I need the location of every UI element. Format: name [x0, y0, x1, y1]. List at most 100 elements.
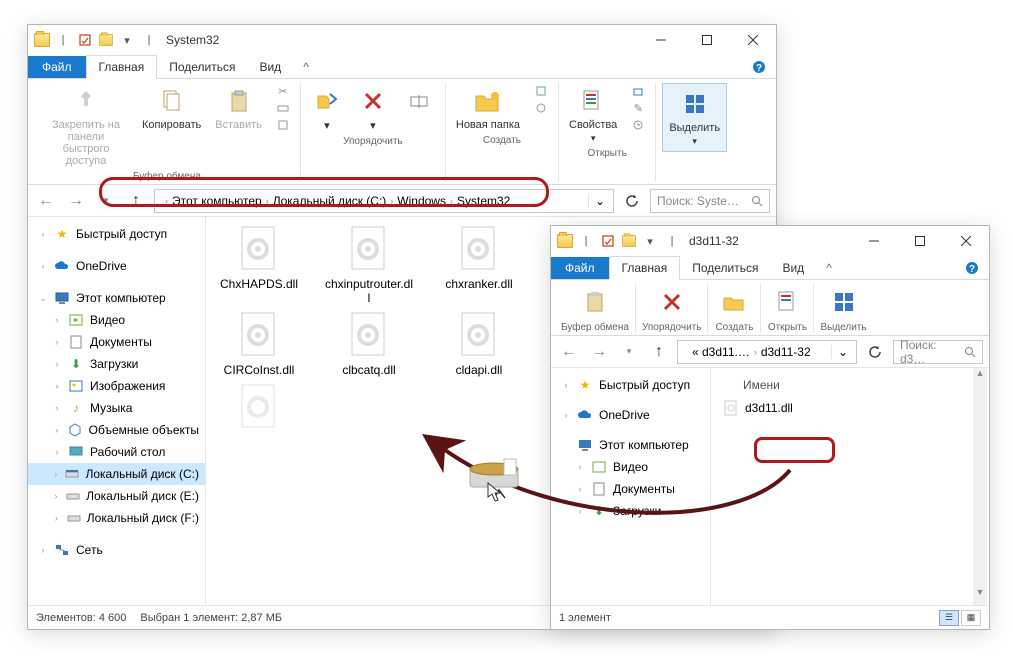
nav-item-drive-f[interactable]: ›Локальный диск (F:): [28, 507, 205, 529]
nav-item-this-pc[interactable]: ⌄Этот компьютер: [28, 287, 205, 309]
tab-file[interactable]: Файл: [28, 56, 86, 78]
delete-button[interactable]: [652, 284, 692, 320]
titlebar[interactable]: | ▾ | System32: [28, 25, 776, 55]
nav-item-documents[interactable]: ›Документы: [28, 331, 205, 353]
rename-button[interactable]: [399, 83, 439, 119]
nav-item-onedrive[interactable]: ›OneDrive: [28, 255, 205, 277]
copy-button[interactable]: Копировать: [138, 83, 205, 133]
tab-file[interactable]: Файл: [551, 257, 609, 279]
file-item[interactable]: chxinputrouter.dll: [324, 225, 414, 305]
qat-properties-icon[interactable]: [599, 232, 617, 250]
nav-item-documents[interactable]: ›Документы: [551, 478, 710, 500]
breadcrumb-dropdown-icon[interactable]: ⌄: [588, 194, 611, 208]
nav-item-quick-access[interactable]: ›★Быстрый доступ: [551, 374, 710, 396]
nav-item-desktop[interactable]: ›Рабочий стол: [28, 441, 205, 463]
file-item[interactable]: [214, 383, 304, 431]
nav-item-network[interactable]: ›Сеть: [28, 539, 205, 561]
nav-forward-button[interactable]: →: [587, 340, 611, 364]
breadcrumb-dropdown-icon[interactable]: ⌄: [831, 345, 854, 359]
nav-item-3d-objects[interactable]: ›Объемные объекты: [28, 419, 205, 441]
search-input[interactable]: Поиск: d3…: [893, 340, 983, 364]
nav-item-downloads[interactable]: ›⬇Загрузки: [551, 500, 710, 522]
column-header-name[interactable]: Имени: [719, 376, 981, 398]
file-item[interactable]: ChxHAPDS.dll: [214, 225, 304, 305]
nav-item-this-pc[interactable]: Этот компьютер: [551, 434, 710, 456]
ribbon-collapse-icon[interactable]: ^: [293, 56, 319, 78]
paste-button[interactable]: Вставить: [211, 83, 266, 133]
refresh-button[interactable]: [863, 340, 887, 364]
nav-up-button[interactable]: ↑: [647, 340, 671, 364]
maximize-button[interactable]: [897, 226, 943, 256]
breadcrumb-segment[interactable]: Этот компьютер: [168, 194, 266, 208]
pin-button[interactable]: Закрепить на панели быстрого доступа: [40, 83, 132, 169]
copy-path-mini-button[interactable]: [272, 100, 294, 116]
properties-button[interactable]: Свойства▾: [565, 83, 621, 146]
tab-view[interactable]: Вид: [770, 257, 816, 279]
nav-up-button[interactable]: ↑: [124, 189, 148, 213]
navigation-pane[interactable]: ›★Быстрый доступ ›OneDrive Этот компьюте…: [551, 368, 711, 605]
qat-newfolder-icon[interactable]: [622, 235, 636, 247]
file-item[interactable]: CIRCoInst.dll: [214, 311, 304, 377]
properties-button[interactable]: [767, 284, 807, 320]
scrollbar[interactable]: ▲ ▼: [973, 368, 987, 605]
qat-properties-icon[interactable]: [76, 31, 94, 49]
view-icons-button[interactable]: ▦: [961, 610, 981, 626]
tab-share[interactable]: Поделиться: [680, 257, 770, 279]
close-button[interactable]: [730, 25, 776, 55]
nav-forward-button[interactable]: →: [64, 189, 88, 213]
nav-recent-button[interactable]: ▾: [617, 340, 641, 364]
open-mini-button[interactable]: [627, 83, 649, 99]
tab-home[interactable]: Главная: [609, 256, 681, 280]
tab-home[interactable]: Главная: [86, 55, 158, 79]
edit-mini-button[interactable]: ✎: [627, 100, 649, 116]
navigation-pane[interactable]: ›★Быстрый доступ ›OneDrive ⌄Этот компьют…: [28, 217, 206, 605]
breadcrumb-segment[interactable]: Windows: [393, 194, 450, 208]
history-mini-button[interactable]: [627, 117, 649, 133]
maximize-button[interactable]: [684, 25, 730, 55]
file-item[interactable]: d3d11.dll: [719, 398, 981, 418]
new-folder-button[interactable]: [714, 284, 754, 320]
file-item[interactable]: clbcatq.dll: [324, 311, 414, 377]
refresh-button[interactable]: [620, 189, 644, 213]
file-list[interactable]: ▲ ▼ Имени d3d11.dll: [711, 368, 989, 605]
breadcrumb[interactable]: « d3d11.…› d3d11-32 ⌄: [677, 340, 857, 364]
help-icon[interactable]: ?: [742, 56, 776, 78]
select-all-button[interactable]: Выделить▾: [662, 83, 727, 152]
minimize-button[interactable]: [851, 226, 897, 256]
ribbon-collapse-icon[interactable]: ^: [816, 257, 842, 279]
nav-item-videos[interactable]: ›Видео: [551, 456, 710, 478]
new-item-mini-button[interactable]: [530, 83, 552, 99]
file-item[interactable]: chxranker.dll: [434, 225, 524, 305]
breadcrumb-segment[interactable]: d3d11-32: [757, 345, 815, 359]
nav-item-videos[interactable]: ›Видео: [28, 309, 205, 331]
nav-item-onedrive[interactable]: ›OneDrive: [551, 404, 710, 426]
qat-dropdown-icon[interactable]: ▾: [641, 232, 659, 250]
cut-mini-button[interactable]: ✂: [272, 83, 294, 99]
breadcrumb-segment[interactable]: System32: [453, 194, 514, 208]
nav-item-music[interactable]: ›♪Музыка: [28, 397, 205, 419]
paste-shortcut-mini-button[interactable]: [272, 117, 294, 133]
qat-newfolder-icon[interactable]: [99, 34, 113, 46]
view-details-button[interactable]: ☰: [939, 610, 959, 626]
nav-item-pictures[interactable]: ›Изображения: [28, 375, 205, 397]
nav-back-button[interactable]: ←: [557, 340, 581, 364]
minimize-button[interactable]: [638, 25, 684, 55]
help-icon[interactable]: ?: [955, 257, 989, 279]
nav-item-drive-c[interactable]: ›Локальный диск (C:): [28, 463, 205, 485]
close-button[interactable]: [943, 226, 989, 256]
new-folder-button[interactable]: Новая папка: [452, 83, 524, 133]
delete-button[interactable]: ▾: [353, 83, 393, 134]
tab-share[interactable]: Поделиться: [157, 56, 247, 78]
move-to-button[interactable]: ▾: [307, 83, 347, 134]
titlebar[interactable]: | ▾ | d3d11-32: [551, 226, 989, 256]
nav-item-quick-access[interactable]: ›★Быстрый доступ: [28, 223, 205, 245]
easy-access-mini-button[interactable]: [530, 100, 552, 116]
breadcrumb-prefix[interactable]: « d3d11.…: [688, 345, 754, 359]
file-item[interactable]: cldapi.dll: [434, 311, 524, 377]
nav-recent-button[interactable]: ▾: [94, 189, 118, 213]
select-all-button[interactable]: [824, 284, 864, 320]
breadcrumb-segment[interactable]: Локальный диск (C:): [269, 194, 391, 208]
tab-view[interactable]: Вид: [247, 56, 293, 78]
breadcrumb[interactable]: › Этот компьютер› Локальный диск (C:)› W…: [154, 189, 614, 213]
paste-button[interactable]: [575, 284, 615, 320]
